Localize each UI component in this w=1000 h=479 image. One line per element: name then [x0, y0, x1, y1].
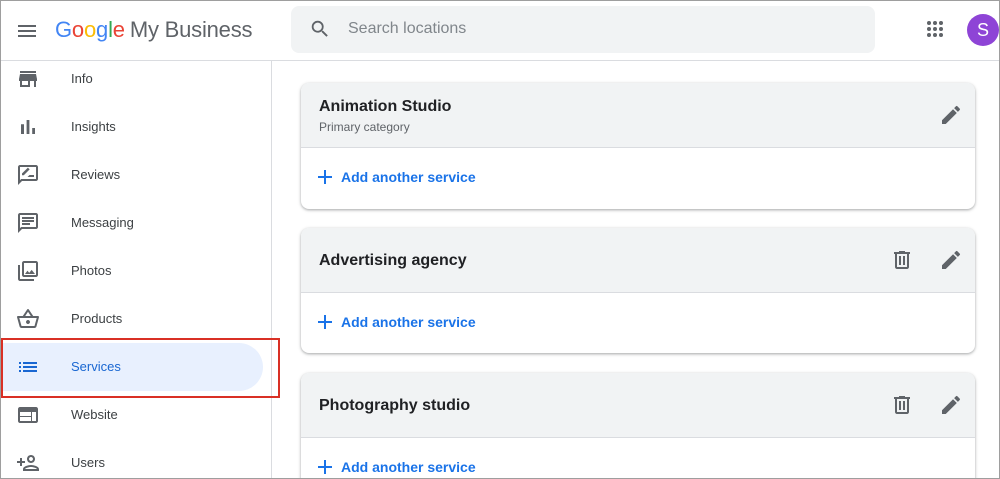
- delete-icon[interactable]: [890, 248, 914, 272]
- list-icon: [16, 355, 40, 379]
- services-content: Animation Studio Primary category Add an…: [273, 61, 999, 478]
- account-avatar[interactable]: S: [967, 14, 999, 46]
- top-app-bar: Google My Business S: [1, 1, 999, 61]
- apps-grid-icon[interactable]: [923, 17, 947, 41]
- person-add-icon: [16, 451, 40, 475]
- photo-library-icon: [16, 259, 40, 283]
- rate-review-icon: [16, 163, 40, 187]
- card-header: Advertising agency: [301, 228, 975, 293]
- sidebar-item-insights[interactable]: Insights: [1, 103, 263, 151]
- sidebar-item-info[interactable]: Info: [1, 55, 263, 103]
- sidebar-item-messaging[interactable]: Messaging: [1, 199, 263, 247]
- google-my-business-logo[interactable]: Google My Business: [55, 15, 253, 45]
- service-card-photography-studio: Photography studio Add another service: [301, 373, 975, 478]
- product-name: My Business: [129, 17, 253, 42]
- plus-icon: [317, 169, 333, 185]
- sidebar-item-website[interactable]: Website: [1, 391, 263, 439]
- card-title: Animation Studio: [319, 98, 452, 115]
- shopping-basket-icon: [16, 307, 40, 331]
- sidebar-item-reviews[interactable]: Reviews: [1, 151, 263, 199]
- sidebar-nav: Info Insights Reviews Messaging Photos P…: [1, 61, 272, 478]
- plus-icon: [317, 459, 333, 475]
- search-input[interactable]: [348, 14, 848, 44]
- storefront-icon: [16, 67, 40, 91]
- add-service-button[interactable]: Add another service: [317, 456, 476, 478]
- sidebar-item-products[interactable]: Products: [1, 295, 263, 343]
- search-icon[interactable]: [309, 18, 331, 40]
- card-subtitle: Primary category: [319, 120, 410, 134]
- sidebar-item-users[interactable]: Users: [1, 439, 263, 478]
- plus-icon: [317, 314, 333, 330]
- card-title: Photography studio: [319, 397, 471, 414]
- card-header: Photography studio: [301, 373, 975, 438]
- app-window: GoogleMy Business S Info: [0, 0, 1000, 479]
- delete-icon[interactable]: [890, 393, 914, 417]
- edit-icon[interactable]: [939, 248, 963, 272]
- web-icon: [16, 403, 40, 427]
- add-service-button[interactable]: Add another service: [317, 166, 476, 188]
- edit-icon[interactable]: [939, 103, 963, 127]
- card-title: Advertising agency: [319, 252, 467, 269]
- sidebar-item-photos[interactable]: Photos: [1, 247, 263, 295]
- card-header: Animation Studio Primary category: [301, 83, 975, 148]
- service-card-animation-studio: Animation Studio Primary category Add an…: [301, 83, 975, 209]
- menu-icon[interactable]: [15, 19, 39, 43]
- edit-icon[interactable]: [939, 393, 963, 417]
- bar-chart-icon: [16, 115, 40, 139]
- add-service-button[interactable]: Add another service: [317, 311, 476, 333]
- service-card-advertising-agency: Advertising agency Add another service: [301, 228, 975, 353]
- search-bar[interactable]: [291, 6, 875, 53]
- sidebar-item-services[interactable]: Services: [1, 343, 263, 391]
- message-icon: [16, 211, 40, 235]
